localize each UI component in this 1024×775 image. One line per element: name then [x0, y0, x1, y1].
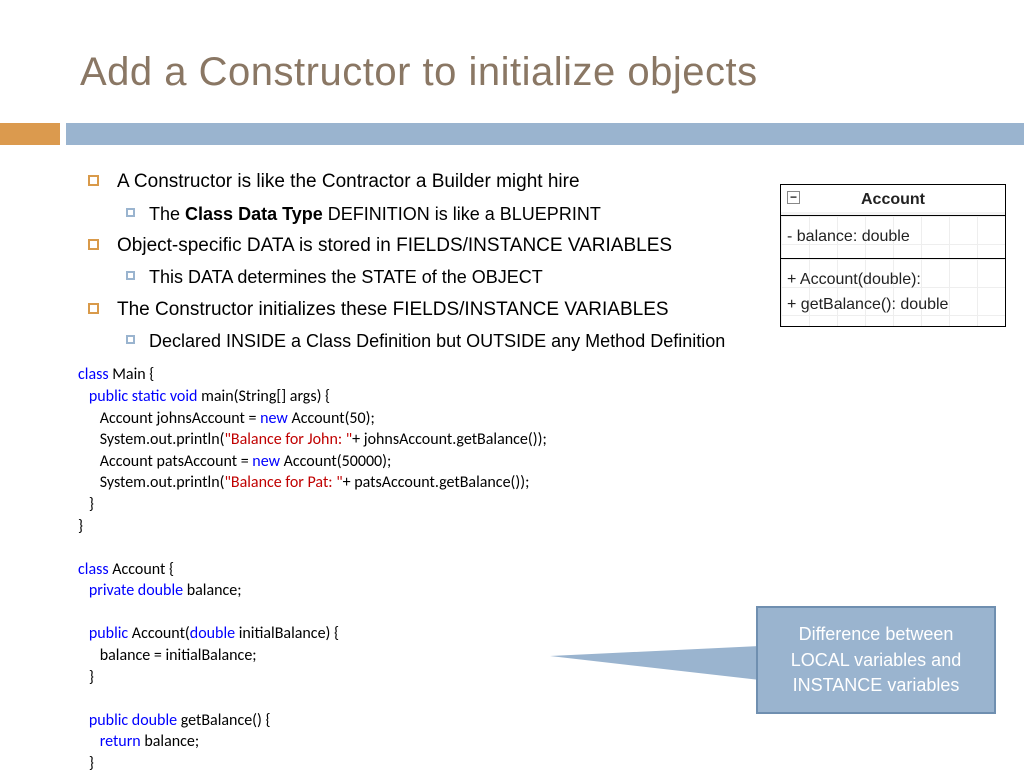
bullet-text: The Constructor initializes these FIELDS…: [117, 297, 669, 324]
accent-bar-blue: [66, 123, 1024, 145]
uml-diagram: − Account - balance: double + Account(do…: [780, 184, 1006, 327]
bullet-icon: [88, 303, 99, 314]
accent-bar: [0, 123, 1024, 145]
callout-box: Difference between LOCAL variables and I…: [756, 606, 996, 714]
bullet-text: The Class Data Type DEFINITION is like a…: [149, 202, 601, 227]
uml-class-name: − Account: [781, 185, 1005, 216]
uml-fields: - balance: double: [781, 216, 1005, 259]
bullet-icon: [88, 175, 99, 186]
sub-bullet-icon: [126, 271, 135, 280]
accent-bar-orange: [0, 123, 60, 145]
callout-line: LOCAL variables and: [768, 648, 984, 673]
slide-title: Add a Constructor to initialize objects: [0, 0, 1024, 95]
bullet-text: Declared INSIDE a Class Definition but O…: [149, 329, 725, 354]
bullet-text: This DATA determines the STATE of the OB…: [149, 265, 543, 290]
callout-line: INSTANCE variables: [768, 673, 984, 698]
callout-line: Difference between: [768, 622, 984, 647]
bullet-icon: [88, 239, 99, 250]
uml-methods: + Account(double): + getBalance(): doubl…: [781, 259, 1005, 326]
bullet-text: A Constructor is like the Contractor a B…: [117, 169, 580, 196]
bullet-3a: Declared INSIDE a Class Definition but O…: [88, 329, 1024, 354]
sub-bullet-icon: [126, 208, 135, 217]
bullet-text: Object-specific DATA is stored in FIELDS…: [117, 233, 672, 260]
collapse-icon: −: [787, 191, 800, 204]
sub-bullet-icon: [126, 335, 135, 344]
callout-arrow-icon: [550, 646, 760, 680]
